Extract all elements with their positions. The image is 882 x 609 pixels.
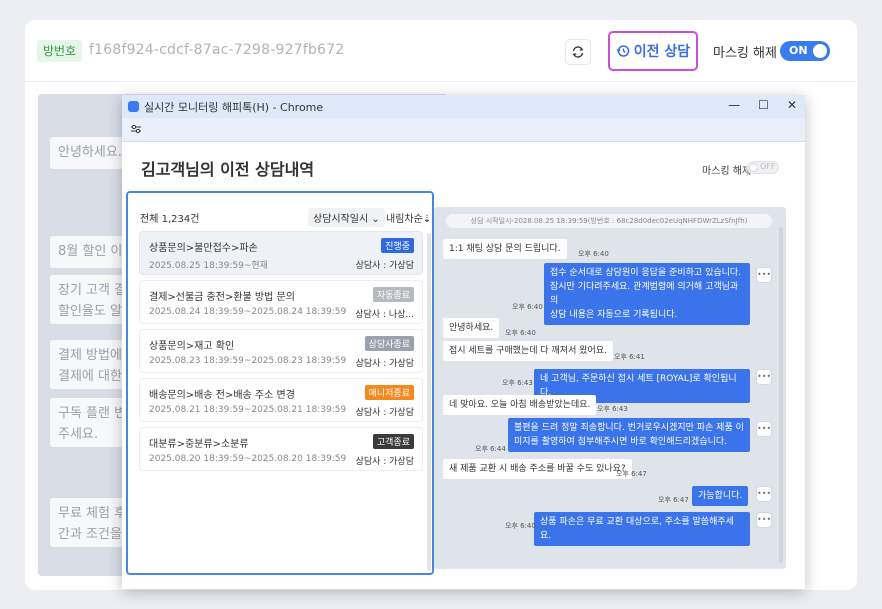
message-time: 오후 6:43 xyxy=(597,405,628,413)
app-icon xyxy=(128,101,139,112)
item-category: 대분류>중분류>소분류 xyxy=(149,439,249,450)
message-time: 오후 6:40 xyxy=(505,522,536,530)
item-category: 상품문의>재고 확인 xyxy=(149,341,235,352)
consult-list-item[interactable]: 결제>선불금 충전>환불 방법 문의 2025.08.24 18:39:59~2… xyxy=(139,280,423,324)
tune-icon[interactable] xyxy=(130,123,142,135)
item-date: 2025.08.25 18:39:59~현재 xyxy=(149,261,268,271)
window-title: 실시간 모니터링 해피톡(H) - Chrome xyxy=(144,100,324,114)
sort-order-label: 내림차순 xyxy=(386,214,423,225)
item-category: 상품문의>불만접수>파손 xyxy=(149,243,258,254)
bg-message: 간과 조건을 xyxy=(50,519,130,547)
chat-scrollbar[interactable] xyxy=(779,227,783,563)
room-id-value: f168f924-cdcf-87ac-7298-927fb672 xyxy=(89,42,345,58)
popup-window: 실시간 모니터링 해피톡(H) - Chrome — ☐ ✕ 김고객님의 이전 … xyxy=(122,95,805,589)
toggle-knob xyxy=(749,163,758,172)
agent-avatar: ••• xyxy=(756,267,772,283)
message-time: 오후 6:40 xyxy=(578,250,609,258)
message-time: 오후 6:41 xyxy=(614,353,645,361)
agent-avatar: ••• xyxy=(756,421,772,437)
item-agent: 상담사 : 가상담 xyxy=(355,408,414,418)
customer-message: 1:1 채팅 상담 문의 드립니다. xyxy=(443,239,567,259)
browser-toolbar xyxy=(122,118,805,142)
sort-select[interactable]: 상담시작일시 ⌄ xyxy=(308,208,385,227)
item-date: 2025.08.23 18:39:59~2025.08.23 18:39:59 xyxy=(149,356,347,366)
sort-select-label: 상담시작일시 xyxy=(313,214,369,225)
consult-list-item[interactable]: 상품문의>불만접수>파손 2025.08.25 18:39:59~현재 진행중 … xyxy=(139,231,423,275)
customer-message: 네 맞아요. 오늘 아침 배송받았는데요. xyxy=(443,395,597,415)
bg-message: 주세요. xyxy=(50,419,130,447)
bg-message: 결제에 대한 xyxy=(50,361,130,389)
message-time: 오후 6:44 xyxy=(475,445,506,453)
agent-avatar: ••• xyxy=(756,369,772,385)
message-time: 오후 6:40 xyxy=(505,329,536,337)
chat-history-panel: 상담 시작일시-2028.08.25 18:39:59(방번호 : 68c28d… xyxy=(434,207,786,569)
sort-icon: ⇣ xyxy=(422,214,432,225)
consult-list-item[interactable]: 대분류>중분류>소분류 2025.08.20 18:39:59~2025.08.… xyxy=(139,427,423,471)
consult-list-item[interactable]: 상품문의>재고 확인 2025.08.23 18:39:59~2025.08.2… xyxy=(139,329,423,373)
masking-toggle-state: ON xyxy=(789,44,808,57)
room-id-label: 방번호 xyxy=(37,40,83,62)
chevron-down-icon: ⌄ xyxy=(371,214,380,225)
status-badge: 진행중 xyxy=(381,238,414,253)
bg-message: 할인율도 알려 xyxy=(50,296,130,324)
refresh-button[interactable] xyxy=(565,39,591,65)
item-category: 결제>선불금 충전>환불 방법 문의 xyxy=(149,292,295,303)
message-time: 오후 6:47 xyxy=(658,496,689,504)
refresh-icon xyxy=(572,46,584,58)
agent-message: 불편을 드려 정말 죄송합니다. 번거로우시겠지만 파손 제품 이 미지를 촬영… xyxy=(508,418,750,452)
agent-message: 가능합니다. xyxy=(692,486,749,506)
status-badge: 고객종료 xyxy=(372,434,414,449)
message-time: 오후 6:43 xyxy=(502,379,533,387)
customer-message: 안녕하세요. xyxy=(443,318,500,338)
bg-message: 8월 할인 이벤 xyxy=(50,236,130,268)
toggle-knob xyxy=(813,44,827,58)
item-date: 2025.08.24 18:39:59~2025.08.24 18:39:59 xyxy=(149,307,347,317)
history-icon xyxy=(616,45,630,57)
item-agent: 상담사 : 나상... xyxy=(355,310,414,320)
list-scrollbar[interactable] xyxy=(427,233,431,571)
page-title: 김고객님의 이전 상담내역 xyxy=(141,160,315,179)
popup-content: 김고객님의 이전 상담내역 마스킹 해제 OFF 전체 1,234건 상담시작일… xyxy=(122,142,805,589)
agent-message: 상품 파손은 무료 교환 대상으로, 주소를 말씀해주세요. xyxy=(534,512,750,546)
customer-message: 접시 세트를 구매했는데 다 깨져서 왔어요. xyxy=(443,341,613,361)
customer-message: 새 제품 교환 시 배송 주소를 바꿀 수도 있나요? xyxy=(443,459,632,479)
masking-toggle[interactable]: ON xyxy=(780,41,830,61)
item-agent: 상담사 : 가상담 xyxy=(355,261,414,271)
item-date: 2025.08.20 18:39:59~2025.08.20 18:39:59 xyxy=(149,454,347,464)
popup-masking-state: OFF xyxy=(760,162,776,171)
item-date: 2025.08.21 18:39:59~2025.08.21 18:39:59 xyxy=(149,405,347,415)
masking-label: 마스킹 해제 xyxy=(713,46,777,61)
top-bar: 방번호 f168f924-cdcf-87ac-7298-927fb672 이전 … xyxy=(25,20,857,82)
close-icon[interactable]: ✕ xyxy=(787,98,797,112)
message-time: 오후 6:40 xyxy=(512,303,543,311)
total-count: 전체 1,234건 xyxy=(140,214,200,225)
consult-list-item[interactable]: 배송문의>배송 전>배송 주소 변경 2025.08.21 18:39:59~2… xyxy=(139,378,423,422)
sort-order-toggle[interactable]: 내림차순⇣ xyxy=(386,210,431,225)
chat-start-info: 상담 시작일시-2028.08.25 18:39:59(방번호 : 68c28d… xyxy=(446,214,772,228)
agent-avatar: ••• xyxy=(756,512,772,528)
window-titlebar: 실시간 모니터링 해피톡(H) - Chrome — ☐ ✕ xyxy=(122,95,805,118)
minimize-icon[interactable]: — xyxy=(728,98,740,112)
item-agent: 상담사 : 가상담 xyxy=(355,359,414,369)
previous-consult-label: 이전 상담 xyxy=(633,44,691,60)
maximize-icon[interactable]: ☐ xyxy=(758,98,769,112)
consult-list-panel: 전체 1,234건 상담시작일시 ⌄ 내림차순⇣ 상품문의>불만접수>파손 20… xyxy=(126,191,434,575)
status-badge: 자동종료 xyxy=(372,287,414,302)
item-category: 배송문의>배송 전>배송 주소 변경 xyxy=(149,390,295,401)
previous-consult-button[interactable]: 이전 상담 xyxy=(608,31,698,71)
popup-masking-label: 마스킹 해제 xyxy=(702,166,752,177)
status-badge: 매니저종료 xyxy=(364,385,414,400)
popup-masking-toggle[interactable]: OFF xyxy=(747,161,779,174)
agent-message: 접수 순서대로 상담원이 응답을 준비하고 있습니다. 잠시만 기다려주세요. … xyxy=(544,263,750,325)
item-agent: 상담사 : 가상담 xyxy=(355,457,414,467)
message-time: 오후 6:47 xyxy=(616,470,647,478)
agent-avatar: ••• xyxy=(756,486,772,502)
status-badge: 상담사종료 xyxy=(364,336,414,351)
